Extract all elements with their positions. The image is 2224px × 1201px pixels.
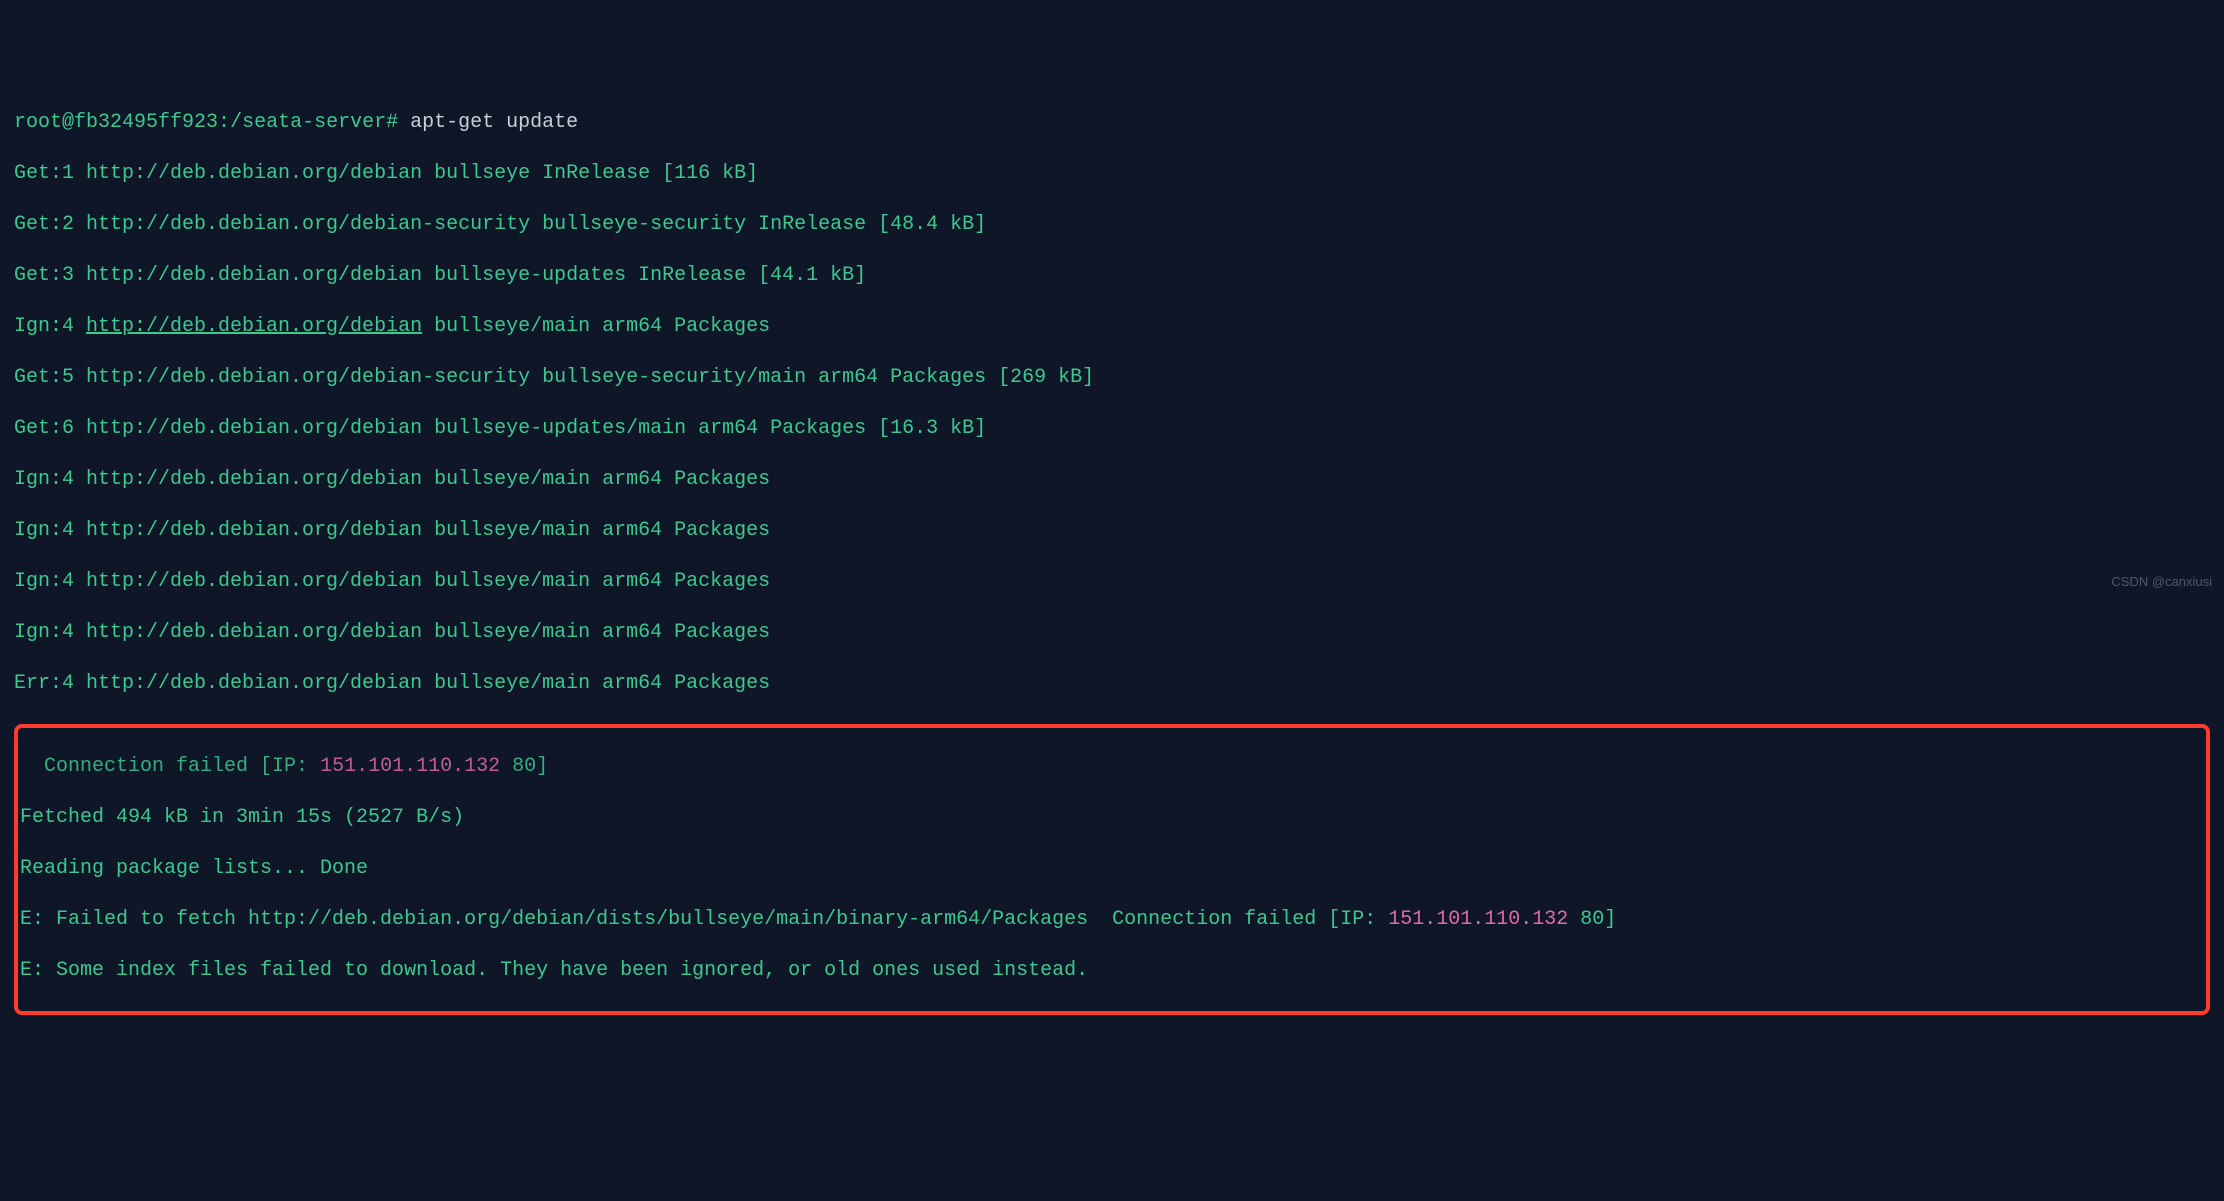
- prompt-line[interactable]: root@fb32495ff923:/seata-server# apt-get…: [14, 110, 2210, 136]
- prompt-symbol: #: [386, 111, 398, 134]
- ip-address: 151.101.110.132: [320, 755, 500, 778]
- error-post: 80]: [1568, 908, 1616, 931]
- line-prefix: Get:3: [14, 264, 86, 287]
- output-line: Ign:4 http://deb.debian.org/debian bulls…: [14, 569, 2210, 595]
- command-text: apt-get update: [410, 111, 578, 134]
- line-prefix: Get:1: [14, 162, 86, 185]
- conn-failed-line: Connection failed [IP: 151.101.110.132 8…: [20, 754, 2204, 780]
- line-prefix: Ign:4: [14, 315, 86, 338]
- line-body: http://deb.debian.org/debian bullseye-up…: [86, 417, 986, 440]
- prompt-colon: :: [218, 111, 230, 134]
- line-prefix: Err:4: [14, 672, 86, 695]
- output-line: Ign:4 http://deb.debian.org/debian bulls…: [14, 620, 2210, 646]
- error-highlight-box: Connection failed [IP: 151.101.110.132 8…: [14, 724, 2210, 1015]
- line-prefix: Ign:4: [14, 621, 86, 644]
- line-prefix: Get:2: [14, 213, 86, 236]
- line-body: http://deb.debian.org/debian-security bu…: [86, 213, 986, 236]
- line-body: http://deb.debian.org/debian bullseye-up…: [86, 264, 866, 287]
- error-pre: E: Failed to fetch http://deb.debian.org…: [20, 908, 1388, 931]
- output-line: Get:3 http://deb.debian.org/debian bulls…: [14, 263, 2210, 289]
- output-line: Get:5 http://deb.debian.org/debian-secur…: [14, 365, 2210, 391]
- watermark: CSDN @canxiusi: [2111, 569, 2212, 595]
- conn-failed-pre: Connection failed [IP:: [20, 755, 320, 778]
- line-body: http://deb.debian.org/debian bullseye/ma…: [86, 468, 770, 491]
- line-body: http://deb.debian.org/debian-security bu…: [86, 366, 1094, 389]
- ip-address: 151.101.110.132: [1388, 908, 1568, 931]
- line-prefix: Get:5: [14, 366, 86, 389]
- output-line: Get:6 http://deb.debian.org/debian bulls…: [14, 416, 2210, 442]
- prompt-path: /seata-server: [230, 111, 386, 134]
- output-line: Ign:4 http://deb.debian.org/debian bulls…: [14, 314, 2210, 340]
- line-body: http://deb.debian.org/debian bullseye In…: [86, 162, 758, 185]
- line-rest: bullseye/main arm64 Packages: [422, 315, 770, 338]
- output-line: Ign:4 http://deb.debian.org/debian bulls…: [14, 518, 2210, 544]
- error-line: E: Failed to fetch http://deb.debian.org…: [20, 907, 2204, 933]
- error-line: E: Some index files failed to download. …: [20, 958, 2204, 984]
- line-prefix: Ign:4: [14, 468, 86, 491]
- reading-line: Reading package lists... Done: [20, 856, 2204, 882]
- output-line: Ign:4 http://deb.debian.org/debian bulls…: [14, 467, 2210, 493]
- line-prefix: Get:6: [14, 417, 86, 440]
- line-url: http://deb.debian.org/debian: [86, 315, 422, 338]
- line-prefix: Ign:4: [14, 570, 86, 593]
- conn-failed-post: 80]: [500, 755, 548, 778]
- output-line: Get:1 http://deb.debian.org/debian bulls…: [14, 161, 2210, 187]
- prompt-user-host: root@fb32495ff923: [14, 111, 218, 134]
- output-line: Get:2 http://deb.debian.org/debian-secur…: [14, 212, 2210, 238]
- line-prefix: Ign:4: [14, 519, 86, 542]
- fetched-line: Fetched 494 kB in 3min 15s (2527 B/s): [20, 805, 2204, 831]
- line-body: http://deb.debian.org/debian bullseye/ma…: [86, 672, 770, 695]
- output-line: Err:4 http://deb.debian.org/debian bulls…: [14, 671, 2210, 697]
- line-body: http://deb.debian.org/debian bullseye/ma…: [86, 621, 770, 644]
- line-body: http://deb.debian.org/debian bullseye/ma…: [86, 519, 770, 542]
- line-body: http://deb.debian.org/debian bullseye/ma…: [86, 570, 770, 593]
